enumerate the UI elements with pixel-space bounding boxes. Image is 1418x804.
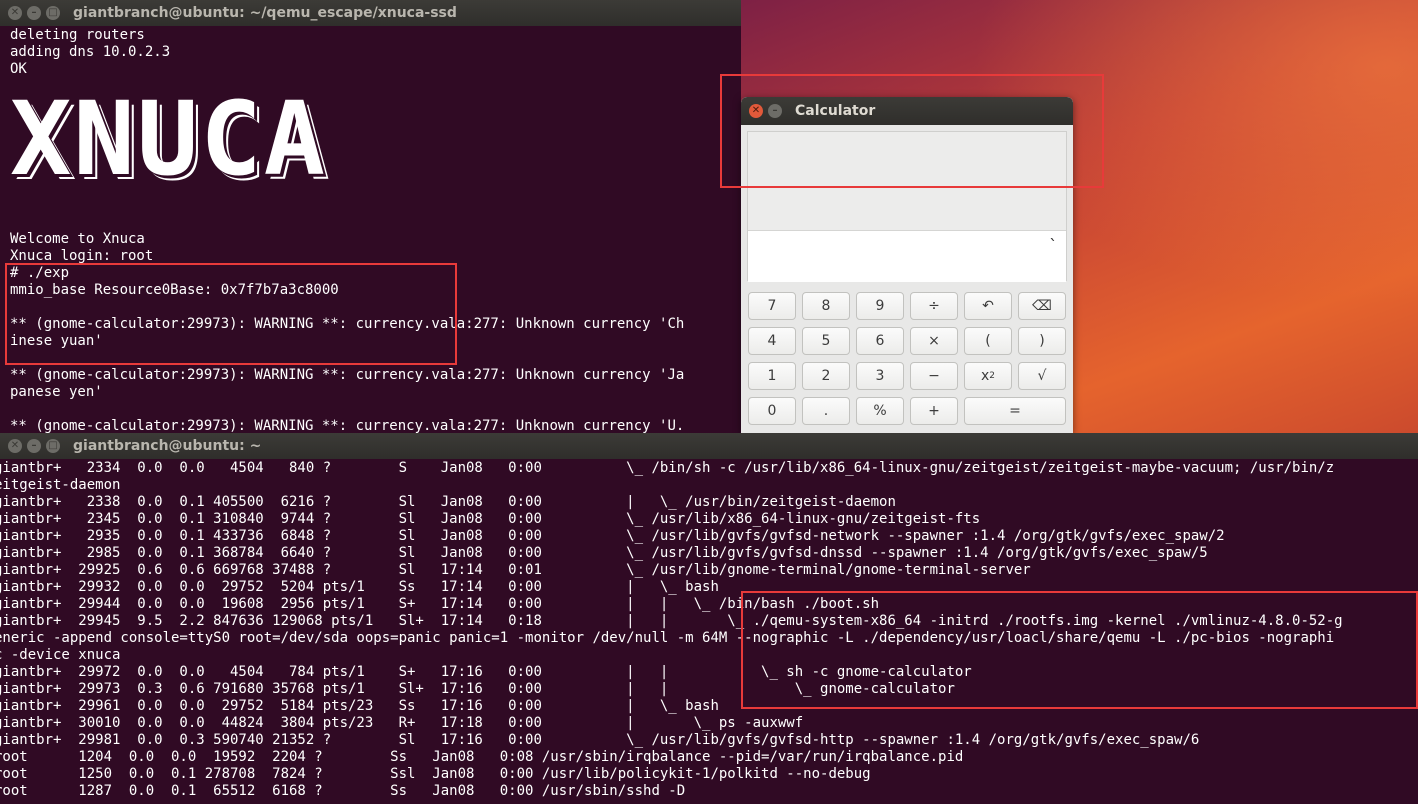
key-5-button[interactable]: 5 xyxy=(802,327,850,355)
minimize-icon[interactable]: – xyxy=(27,439,41,453)
close-icon[interactable]: ✕ xyxy=(8,6,22,20)
key-1-button[interactable]: 1 xyxy=(748,362,796,390)
terminal-line: giantbr+ 2935 0.0 0.1 433736 6848 ? Sl J… xyxy=(0,528,1225,544)
terminal-line: adding dns 10.0.2.3 xyxy=(10,44,171,60)
calculator-display: ` xyxy=(747,131,1067,282)
terminal-line: giantbr+ 2345 0.0 0.1 310840 9744 ? Sl J… xyxy=(0,511,981,527)
key-0-button[interactable]: 0 xyxy=(748,397,796,425)
terminal-line: giantbr+ 29925 0.6 0.6 669768 37488 ? Sl… xyxy=(0,562,1031,578)
key-divide-button[interactable]: ÷ xyxy=(910,292,958,320)
terminal-line: OK xyxy=(10,61,27,77)
key-8-button[interactable]: 8 xyxy=(802,292,850,320)
terminal-line: c -device xnuca xyxy=(0,647,121,663)
calculator-window[interactable]: ✕ – Calculator ` 7 8 9 ÷ ↶ ⌫ 4 5 6 ×() 1 2 3− x 2 √ 0.% +… xyxy=(741,97,1073,433)
calculator-title: Calculator xyxy=(795,103,876,119)
key-multiply-button[interactable]: × xyxy=(910,327,958,355)
key-2-button[interactable]: 2 xyxy=(802,362,850,390)
key-9-button[interactable]: 9 xyxy=(856,292,904,320)
window-title: giantbranch@ubuntu: ~ xyxy=(73,438,262,454)
key-equals-button[interactable]: = xyxy=(964,397,1066,425)
key-percent-button[interactable]: % xyxy=(856,397,904,425)
terminal-line: eitgeist-daemon xyxy=(0,477,121,493)
terminal-line: giantbr+ 29973 0.3 0.6 791680 35768 pts/… xyxy=(0,681,955,697)
top-terminal-output-post[interactable]: Welcome to Xnuca Xnuca login: root # ./exp… xyxy=(10,231,738,435)
terminal-line: root 1250 0.0 0.1 278708 7824 ? Ssl Jan0… xyxy=(0,766,871,782)
window-title: giantbranch@ubuntu: ~/qemu_escape/xnuca-… xyxy=(73,5,457,21)
terminal-line: giantbr+ 2334 0.0 0.0 4504 840 ? S Jan08… xyxy=(0,460,1335,476)
terminal-line: giantbr+ 29981 0.0 0.3 590740 21352 ? Sl… xyxy=(0,732,1200,748)
close-icon[interactable]: ✕ xyxy=(8,439,22,453)
terminal-line: Welcome to Xnuca xyxy=(10,231,145,247)
terminal-line: giantbr+ 29944 0.0 0.0 19608 2956 pts/1 … xyxy=(0,596,880,612)
bottom-terminal-window[interactable]: ✕ – □ giantbranch@ubuntu: ~ giantbr+ 233… xyxy=(0,433,1418,804)
terminal-line: mmio_base Resource0Base: 0x7f7b7a3c8000 xyxy=(10,282,339,298)
terminal-line: deleting routers xyxy=(10,27,145,43)
key-add-button[interactable]: + xyxy=(910,397,958,425)
top-terminal-titlebar[interactable]: ✕ – □ giantbranch@ubuntu: ~/qemu_escape/… xyxy=(0,0,741,26)
key-backspace-button[interactable]: ⌫ xyxy=(1018,292,1066,320)
calculator-input-text: ` xyxy=(1048,236,1058,255)
terminal-line: ** (gnome-calculator:29973): WARNING **:… xyxy=(10,316,685,332)
key-square-root-button[interactable]: √ xyxy=(1018,362,1066,390)
minimize-icon[interactable]: – xyxy=(27,6,41,20)
close-icon[interactable]: ✕ xyxy=(749,104,763,118)
terminal-line: giantbr+ 29932 0.0 0.0 29752 5204 pts/1 … xyxy=(0,579,719,595)
calculator-input-area[interactable] xyxy=(748,231,1066,282)
key-decimal-button[interactable]: . xyxy=(802,397,850,425)
key-subtract-button[interactable]: − xyxy=(910,362,958,390)
xnuca-ascii-banner: XNUCA xyxy=(10,80,328,199)
key-7-button[interactable]: 7 xyxy=(748,292,796,320)
key-3-button[interactable]: 3 xyxy=(856,362,904,390)
top-terminal-output-pre[interactable]: deleting routers adding dns 10.0.2.3 OK xyxy=(10,27,738,78)
terminal-line: eneric -append console=ttyS0 root=/dev/s… xyxy=(0,630,1335,646)
terminal-line: giantbr+ 29945 9.5 2.2 847636 129068 pts… xyxy=(0,613,1343,629)
key-square-button[interactable]: x2 xyxy=(964,362,1012,390)
terminal-line: Xnuca login: root xyxy=(10,248,154,264)
terminal-line: ** (gnome-calculator:29973): WARNING **:… xyxy=(10,367,685,383)
terminal-line: giantbr+ 2985 0.0 0.1 368784 6640 ? Sl J… xyxy=(0,545,1208,561)
maximize-icon[interactable]: □ xyxy=(46,6,60,20)
terminal-line: # ./exp xyxy=(10,265,70,281)
minimize-icon[interactable]: – xyxy=(768,104,782,118)
terminal-line: giantbr+ 29972 0.0 0.0 4504 784 pts/1 S+… xyxy=(0,664,972,680)
terminal-line: panese yen' xyxy=(10,384,103,400)
calculator-titlebar[interactable]: ✕ – Calculator xyxy=(741,97,1073,125)
terminal-line: root 1204 0.0 0.0 19592 2204 ? Ss Jan08 … xyxy=(0,749,964,765)
bottom-terminal-output[interactable]: giantbr+ 2334 0.0 0.0 4504 840 ? S Jan08… xyxy=(0,460,1418,800)
bottom-terminal-titlebar[interactable]: ✕ – □ giantbranch@ubuntu: ~ xyxy=(0,433,1418,459)
terminal-line: root 1287 0.0 0.1 65512 6168 ? Ss Jan08 … xyxy=(0,783,686,799)
terminal-line: giantbr+ 30010 0.0 0.0 44824 3804 pts/23… xyxy=(0,715,804,731)
top-terminal-window[interactable]: ✕ – □ giantbranch@ubuntu: ~/qemu_escape/… xyxy=(0,0,741,435)
key-close-paren-button[interactable]: ) xyxy=(1018,327,1066,355)
key-undo-button[interactable]: ↶ xyxy=(964,292,1012,320)
key-4-button[interactable]: 4 xyxy=(748,327,796,355)
terminal-line: giantbr+ 2338 0.0 0.1 405500 6216 ? Sl J… xyxy=(0,494,896,510)
terminal-line: giantbr+ 29961 0.0 0.0 29752 5184 pts/23… xyxy=(0,698,719,714)
terminal-line: inese yuan' xyxy=(10,333,103,349)
key-open-paren-button[interactable]: ( xyxy=(964,327,1012,355)
maximize-icon[interactable]: □ xyxy=(46,439,60,453)
key-6-button[interactable]: 6 xyxy=(856,327,904,355)
